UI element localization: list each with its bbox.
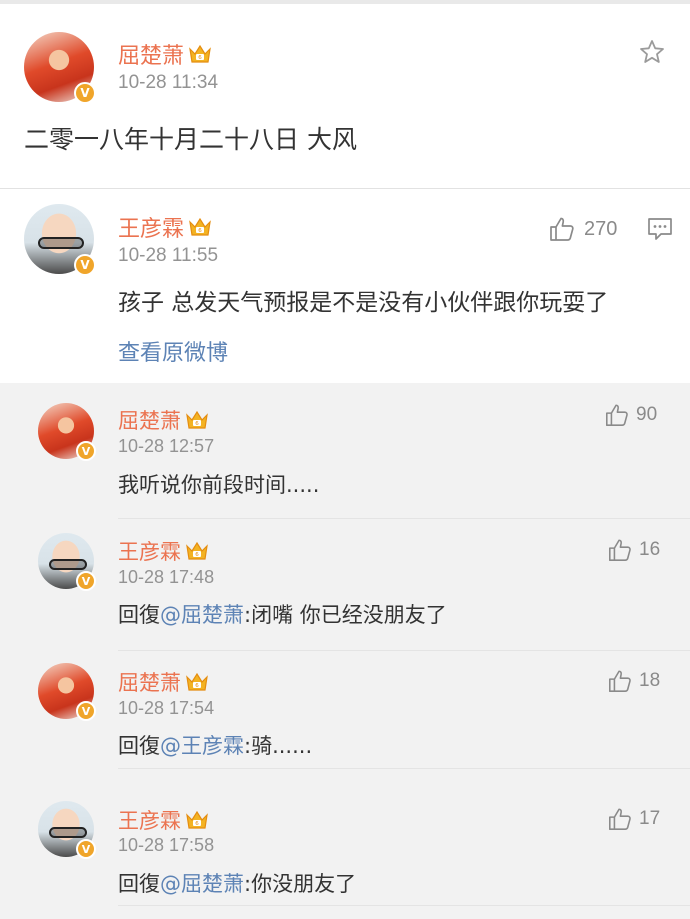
reply-text: 回復@王彦霖:骑...... [118,734,313,758]
reply-author-name[interactable]: 屈楚萧 6 [118,405,209,436]
avatar[interactable]: V [38,403,96,461]
avatar[interactable]: V [24,204,96,276]
svg-text:6: 6 [198,228,202,234]
reply-list: V 屈楚萧 6 10-28 12:57 90 我听说你前段时间..... V 王… [0,383,690,919]
divider [118,905,690,906]
verified-badge-icon: V [74,254,96,276]
original-post: V 屈楚萧 6 10-28 11:34 二零一八年十月二十八日 大风 [0,4,690,188]
crown-badge-icon: 6 [185,540,209,567]
like-count: 17 [639,808,661,829]
comment-author-name[interactable]: 王彦霖 6 [118,211,212,244]
star-icon[interactable] [638,38,666,70]
verified-badge-icon: V [76,571,96,591]
mention-link[interactable]: @屈楚萧 [160,872,244,896]
svg-text:6: 6 [198,55,202,61]
thumbs-up-icon [605,404,628,427]
thumbs-up-icon [608,539,631,562]
mention-link[interactable]: @王彦霖 [160,734,244,758]
avatar[interactable]: V [38,663,96,721]
svg-text:6: 6 [195,821,199,827]
avatar[interactable]: V [24,32,96,104]
top-comment: V 王彦霖 6 10-28 11:55 270 孩子 总发天气预报是不是没有小伙… [0,189,690,383]
reply-author-name[interactable]: 王彦霖 6 [118,536,209,567]
crown-badge-icon: 6 [185,809,209,836]
divider [118,518,690,519]
comment-time: 10-28 11:55 [118,245,219,266]
divider [118,768,690,769]
like-button[interactable]: 270 [548,215,617,243]
like-button[interactable]: 16 [607,537,660,563]
verified-badge-icon: V [76,441,96,461]
reply-author-name[interactable]: 屈楚萧 6 [118,667,209,698]
reply-time: 10-28 17:54 [118,698,215,718]
svg-text:6: 6 [195,421,199,427]
like-count: 270 [584,217,618,240]
crown-badge-icon: 6 [185,409,209,436]
post-author-name[interactable]: 屈楚萧 6 [118,38,212,71]
reply-text: 回復@屈楚萧:闭嘴 你已经没朋友了 [118,603,447,627]
reply-time: 10-28 17:48 [118,567,215,587]
crown-badge-icon: 6 [185,671,209,698]
like-button[interactable]: 18 [607,668,660,694]
mention-link[interactable]: @屈楚萧 [160,603,244,627]
verified-badge-icon: V [74,82,96,104]
verified-badge-icon: V [76,839,96,859]
thumbs-up-icon [550,217,574,241]
like-button[interactable]: 17 [607,806,660,832]
verified-badge-icon: V [76,701,96,721]
thumbs-up-icon [608,670,631,693]
reply-text: 我听说你前段时间..... [118,473,320,497]
crown-badge-icon: 6 [188,43,212,71]
reply-text: 回復@屈楚萧:你没朋友了 [118,872,357,896]
svg-text:6: 6 [195,683,199,689]
like-count: 16 [639,539,661,560]
reply-time: 10-28 17:58 [118,835,215,855]
reply-time: 10-28 12:57 [118,436,215,456]
like-count: 18 [639,670,661,691]
avatar[interactable]: V [38,801,96,859]
comment-text: 孩子 总发天气预报是不是没有小伙伴跟你玩耍了 [118,290,609,316]
avatar[interactable]: V [38,533,96,591]
like-button[interactable]: 90 [604,402,657,428]
svg-text:6: 6 [195,552,199,558]
post-text: 二零一八年十月二十八日 大风 [24,125,357,154]
reply-author-name[interactable]: 王彦霖 6 [118,805,209,836]
thumbs-up-icon [608,808,631,831]
post-time: 10-28 11:34 [118,72,219,93]
comment-icon[interactable] [646,216,674,246]
crown-badge-icon: 6 [188,216,212,244]
like-count: 90 [636,404,658,425]
view-original-link[interactable]: 查看原微博 [118,335,228,367]
divider [118,650,690,651]
